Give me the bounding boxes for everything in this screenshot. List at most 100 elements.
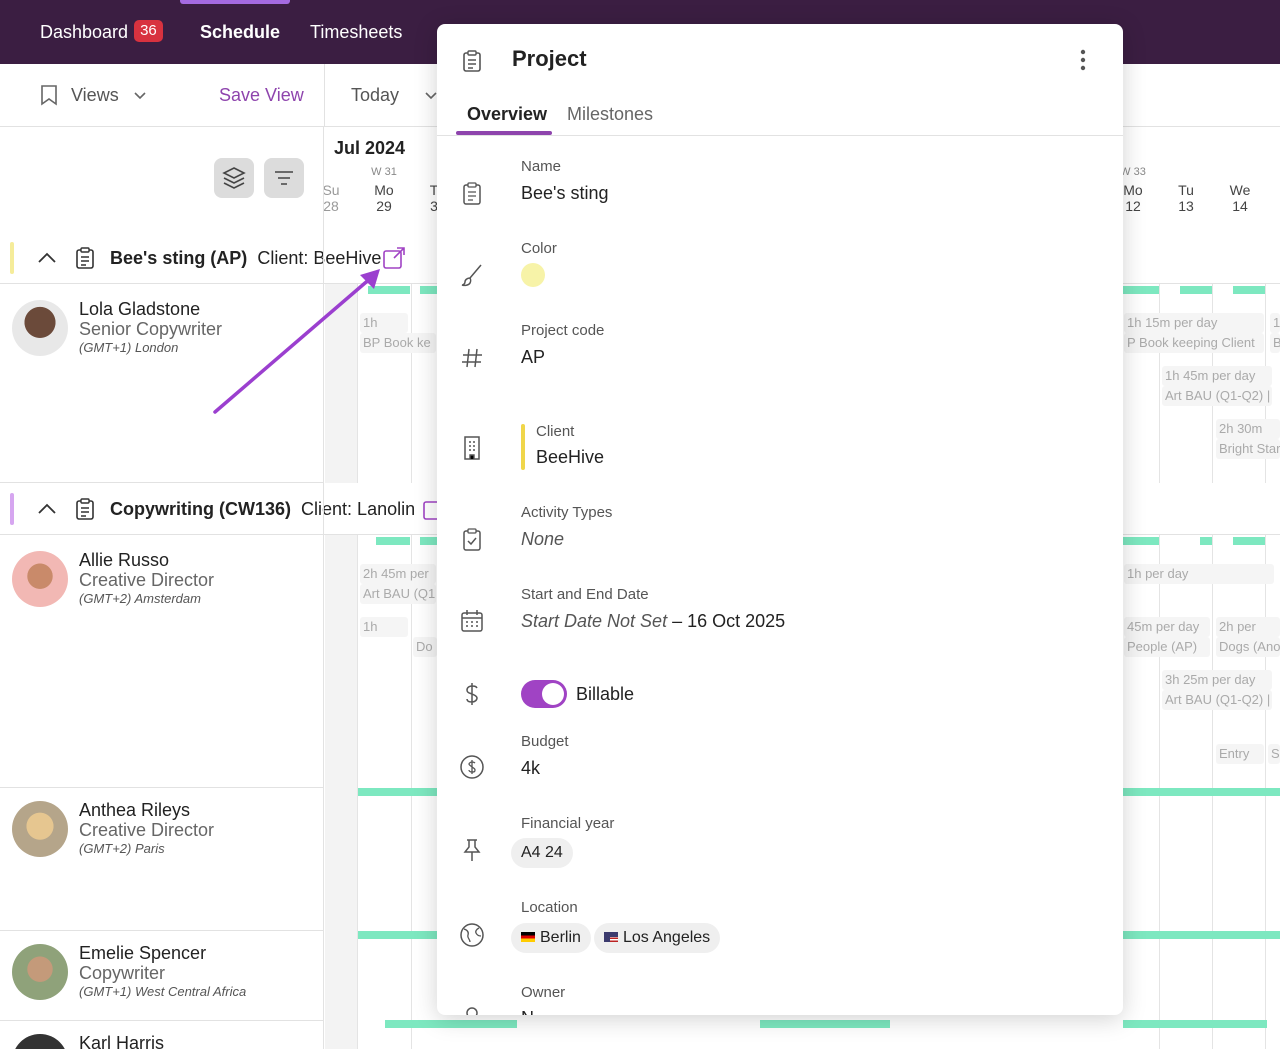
allocation-bar[interactable] bbox=[1123, 1020, 1267, 1028]
project-client: Client: Lanolin bbox=[301, 499, 416, 519]
allocation-bar[interactable] bbox=[1200, 537, 1212, 545]
building-icon bbox=[459, 435, 485, 461]
allocation-block[interactable]: People (AP) bbox=[1124, 637, 1210, 657]
dollar-circle-icon bbox=[459, 754, 485, 780]
resource-row[interactable]: Anthea Rileys Creative Director (GMT+2) … bbox=[0, 788, 324, 931]
financial-year-label: Financial year bbox=[521, 815, 615, 832]
nav-timesheets[interactable]: Timesheets bbox=[310, 0, 402, 64]
views-dropdown[interactable]: Views bbox=[71, 64, 119, 127]
hash-icon bbox=[459, 345, 485, 371]
germany-flag-icon bbox=[521, 931, 535, 942]
nav-dashboard[interactable]: Dashboard 36 bbox=[40, 0, 163, 64]
chevron-up-icon[interactable] bbox=[37, 500, 57, 523]
project-code-value[interactable]: AP bbox=[521, 347, 545, 368]
today-button[interactable]: Today bbox=[351, 64, 399, 127]
allocation-block[interactable]: P Book keeping Client bbox=[1124, 333, 1264, 353]
day-of-week: Tu bbox=[1178, 182, 1194, 198]
date-label: Start and End Date bbox=[521, 586, 649, 603]
allocation-block[interactable]: 3h 25m per day bbox=[1162, 670, 1272, 690]
allocation-block[interactable]: 2h 45m per bbox=[360, 564, 436, 584]
color-swatch[interactable] bbox=[521, 263, 545, 287]
allocation-block[interactable]: 2h per bbox=[1216, 617, 1280, 637]
allocation-bar[interactable] bbox=[385, 1020, 517, 1028]
resource-row[interactable]: Emelie Spencer Copywriter (GMT+1) West C… bbox=[0, 931, 324, 1021]
day-number: 13 bbox=[1178, 198, 1194, 214]
allocation-bar[interactable] bbox=[1123, 788, 1280, 796]
toggle-knob bbox=[542, 683, 564, 705]
end-date-value: 16 Oct 2025 bbox=[687, 611, 786, 631]
paintbrush-icon bbox=[459, 262, 485, 288]
client-value[interactable]: BeeHive bbox=[536, 447, 604, 468]
name-label: Name bbox=[521, 158, 562, 175]
allocation-block[interactable]: Do bbox=[413, 637, 437, 657]
more-options-icon[interactable] bbox=[1075, 48, 1091, 77]
dollar-icon bbox=[459, 681, 485, 707]
chevron-down-icon[interactable] bbox=[424, 88, 438, 107]
allocation-bar[interactable] bbox=[420, 537, 437, 545]
allocation-block[interactable]: 1h 45m per day bbox=[1162, 366, 1272, 386]
allocation-block[interactable]: 1h 15m per day bbox=[1124, 313, 1264, 333]
financial-year-chip[interactable]: A4 24 bbox=[511, 838, 573, 868]
allocation-block[interactable]: Dogs (Ano bbox=[1216, 637, 1280, 657]
allocation-bar[interactable] bbox=[1180, 286, 1212, 294]
billable-toggle[interactable] bbox=[521, 680, 567, 708]
chevron-down-icon[interactable] bbox=[133, 88, 147, 107]
person-icon bbox=[459, 1004, 485, 1015]
project-code: Copywriting (CW136) bbox=[110, 499, 292, 519]
allocation-bar[interactable] bbox=[1123, 931, 1280, 939]
budget-value[interactable]: 4k bbox=[521, 758, 540, 779]
date-range[interactable]: Start Date Not Set – 16 Oct 2025 bbox=[521, 611, 785, 632]
resource-row[interactable]: Karl Harris bbox=[0, 1021, 324, 1049]
allocation-block[interactable]: B bbox=[1270, 333, 1280, 353]
allocation-bar[interactable] bbox=[358, 931, 438, 939]
location-chip[interactable]: Los Angeles bbox=[594, 923, 721, 953]
client-color-stripe bbox=[521, 424, 525, 470]
allocation-block[interactable]: 1h bbox=[360, 617, 408, 637]
allocation-block[interactable]: 45m per day bbox=[1124, 617, 1210, 637]
allocation-block[interactable]: Bright Star bbox=[1216, 439, 1280, 459]
allocation-block[interactable]: 2h 30m bbox=[1216, 419, 1280, 439]
owner-value[interactable]: N bbox=[521, 1008, 534, 1015]
allocation-block[interactable]: 1 bbox=[1270, 313, 1280, 333]
day-number: 14 bbox=[1232, 198, 1248, 214]
person-timezone: (GMT+1) London bbox=[79, 340, 179, 355]
nav-schedule[interactable]: Schedule bbox=[200, 0, 280, 64]
project-color-stripe bbox=[10, 242, 14, 274]
tab-overview[interactable]: Overview bbox=[467, 104, 547, 125]
chevron-up-icon[interactable] bbox=[37, 249, 57, 272]
toolbar-divider bbox=[324, 64, 325, 127]
clipboard-check-icon bbox=[459, 527, 485, 553]
allocation-bar[interactable] bbox=[760, 1020, 890, 1028]
allocation-bar[interactable] bbox=[358, 788, 438, 796]
location-name: Berlin bbox=[540, 929, 581, 946]
allocation-bar[interactable] bbox=[1233, 286, 1265, 294]
name-value[interactable]: Bee's sting bbox=[521, 183, 609, 204]
allocation-bar[interactable] bbox=[1123, 286, 1159, 294]
allocation-block[interactable]: Entry bbox=[1216, 744, 1264, 764]
person-name: Allie Russo bbox=[79, 550, 170, 570]
allocation-bar[interactable] bbox=[420, 286, 437, 294]
day-number: 29 bbox=[376, 198, 392, 214]
allocation-block[interactable]: Art BAU (Q1 bbox=[360, 584, 436, 604]
allocation-block[interactable]: Sc bbox=[1268, 744, 1280, 764]
activity-types-value[interactable]: None bbox=[521, 529, 564, 550]
panel-title: Project bbox=[512, 46, 587, 71]
resource-row[interactable]: Allie Russo Creative Director (GMT+2) Am… bbox=[0, 536, 324, 788]
save-view-button[interactable]: Save View bbox=[219, 64, 304, 127]
tab-milestones[interactable]: Milestones bbox=[567, 104, 653, 125]
week-label: W 31 bbox=[371, 166, 397, 178]
location-chip[interactable]: Berlin bbox=[511, 923, 591, 953]
allocation-bar[interactable] bbox=[1123, 537, 1159, 545]
allocation-bar[interactable] bbox=[1233, 537, 1265, 545]
bookmark-icon[interactable] bbox=[40, 84, 58, 111]
allocation-block[interactable]: Art BAU (Q1-Q2) | bbox=[1162, 690, 1272, 710]
allocation-bar[interactable] bbox=[376, 537, 410, 545]
allocation-block[interactable]: Art BAU (Q1-Q2) | bbox=[1162, 386, 1272, 406]
grid-line bbox=[1212, 232, 1213, 1049]
allocation-block[interactable]: 1h per day bbox=[1124, 564, 1274, 584]
calendar-icon bbox=[459, 608, 485, 634]
day-header: W 31 Mo 29 bbox=[364, 166, 404, 214]
person-name: Emelie Spencer bbox=[79, 943, 207, 963]
usa-flag-icon bbox=[604, 931, 618, 942]
avatar bbox=[12, 551, 68, 607]
